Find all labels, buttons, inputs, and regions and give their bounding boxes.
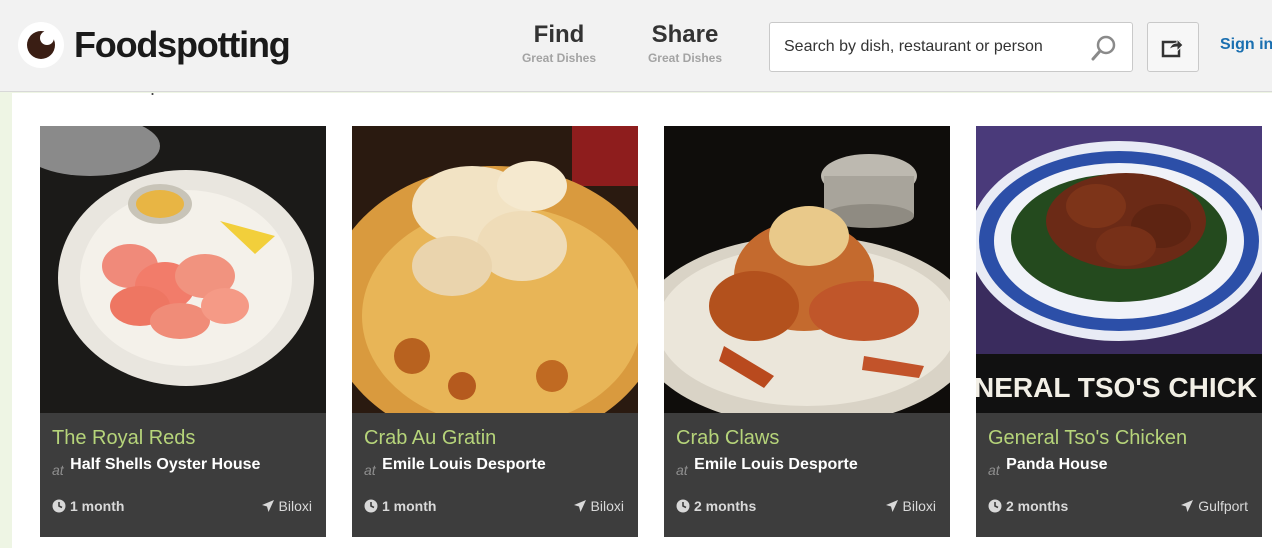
city-location[interactable]: Biloxi [885, 498, 936, 514]
clock-icon [364, 499, 378, 513]
city-location[interactable]: Biloxi [261, 498, 312, 514]
city-location[interactable]: Biloxi [573, 498, 624, 514]
clock-icon [676, 499, 690, 513]
logo-icon [18, 22, 64, 68]
time-ago: 2 months [676, 498, 756, 514]
place-name[interactable]: Panda House [1006, 456, 1107, 473]
location-arrow-icon [885, 500, 898, 512]
nav-find-sublabel: Great Dishes [521, 51, 597, 65]
time-ago-text: 1 month [70, 498, 125, 514]
dish-photo[interactable] [40, 126, 326, 413]
share-icon [1161, 37, 1184, 58]
at-label: at [52, 462, 64, 478]
search-box [769, 22, 1133, 72]
nav-share-sublabel: Great Dishes [647, 51, 723, 65]
section-title-fragment: . [150, 87, 156, 99]
sign-in-link[interactable]: Sign in [1220, 36, 1272, 54]
dish-name[interactable]: General Tso's Chicken [988, 427, 1187, 450]
location-arrow-icon [573, 500, 586, 512]
time-ago-text: 2 months [694, 498, 757, 514]
nav-find[interactable]: Find Great Dishes [514, 21, 604, 65]
clock-icon [52, 499, 66, 513]
dish-photo[interactable] [664, 126, 950, 413]
dish-photo[interactable]: NERAL TSO'S CHICK [976, 126, 1262, 413]
nav-share-label: Share [651, 21, 719, 48]
dish-name[interactable]: The Royal Reds [52, 427, 195, 450]
time-ago-text: 1 month [382, 498, 437, 514]
dish-feed: . The Royal Reds at Half Shells Oyster H… [12, 87, 1272, 548]
dish-name[interactable]: Crab Claws [676, 427, 779, 450]
logo-text: Foodspotting [74, 24, 291, 65]
location-arrow-icon [1181, 500, 1194, 512]
clock-icon [988, 499, 1002, 513]
dish-card[interactable]: Crab Claws at Emile Louis Desporte 2 mon… [664, 126, 950, 537]
city-name: Biloxi [278, 498, 312, 514]
dish-card[interactable]: The Royal Reds at Half Shells Oyster Hou… [40, 126, 326, 537]
at-label: at [676, 462, 688, 478]
search-input[interactable] [770, 23, 1080, 71]
dish-card[interactable]: NERAL TSO'S CHICK General Tso's Chicken … [976, 126, 1262, 537]
city-location[interactable]: Gulfport [1180, 498, 1248, 514]
at-label: at [364, 462, 376, 478]
site-logo[interactable]: Foodspotting [18, 22, 291, 68]
search-icon[interactable] [1090, 34, 1118, 67]
time-ago: 1 month [364, 498, 436, 514]
dish-name[interactable]: Crab Au Gratin [364, 427, 496, 450]
place-row: at Panda House [988, 456, 1108, 478]
place-name[interactable]: Emile Louis Desporte [694, 456, 858, 473]
place-row: at Emile Louis Desporte [364, 456, 546, 478]
place-row: at Half Shells Oyster House [52, 456, 260, 478]
dish-photo[interactable] [352, 126, 638, 413]
at-label: at [988, 462, 1000, 478]
time-ago: 1 month [52, 498, 124, 514]
time-ago: 2 months [988, 498, 1068, 514]
city-name: Biloxi [902, 498, 936, 514]
city-name: Gulfport [1198, 498, 1248, 514]
time-ago-text: 2 months [1006, 498, 1069, 514]
nav-share[interactable]: Share Great Dishes [640, 21, 730, 65]
site-header: Foodspotting Find Great Dishes Share Gre… [0, 0, 1272, 92]
place-name[interactable]: Half Shells Oyster House [70, 456, 260, 473]
place-name[interactable]: Emile Louis Desporte [382, 456, 546, 473]
nav-find-label: Find [533, 21, 585, 48]
dish-card[interactable]: Crab Au Gratin at Emile Louis Desporte 1… [352, 126, 638, 537]
share-button[interactable] [1147, 22, 1199, 72]
city-name: Biloxi [590, 498, 624, 514]
place-row: at Emile Louis Desporte [676, 456, 858, 478]
location-arrow-icon [261, 500, 274, 512]
photo-caption-text: NERAL TSO'S CHICK [976, 372, 1257, 403]
